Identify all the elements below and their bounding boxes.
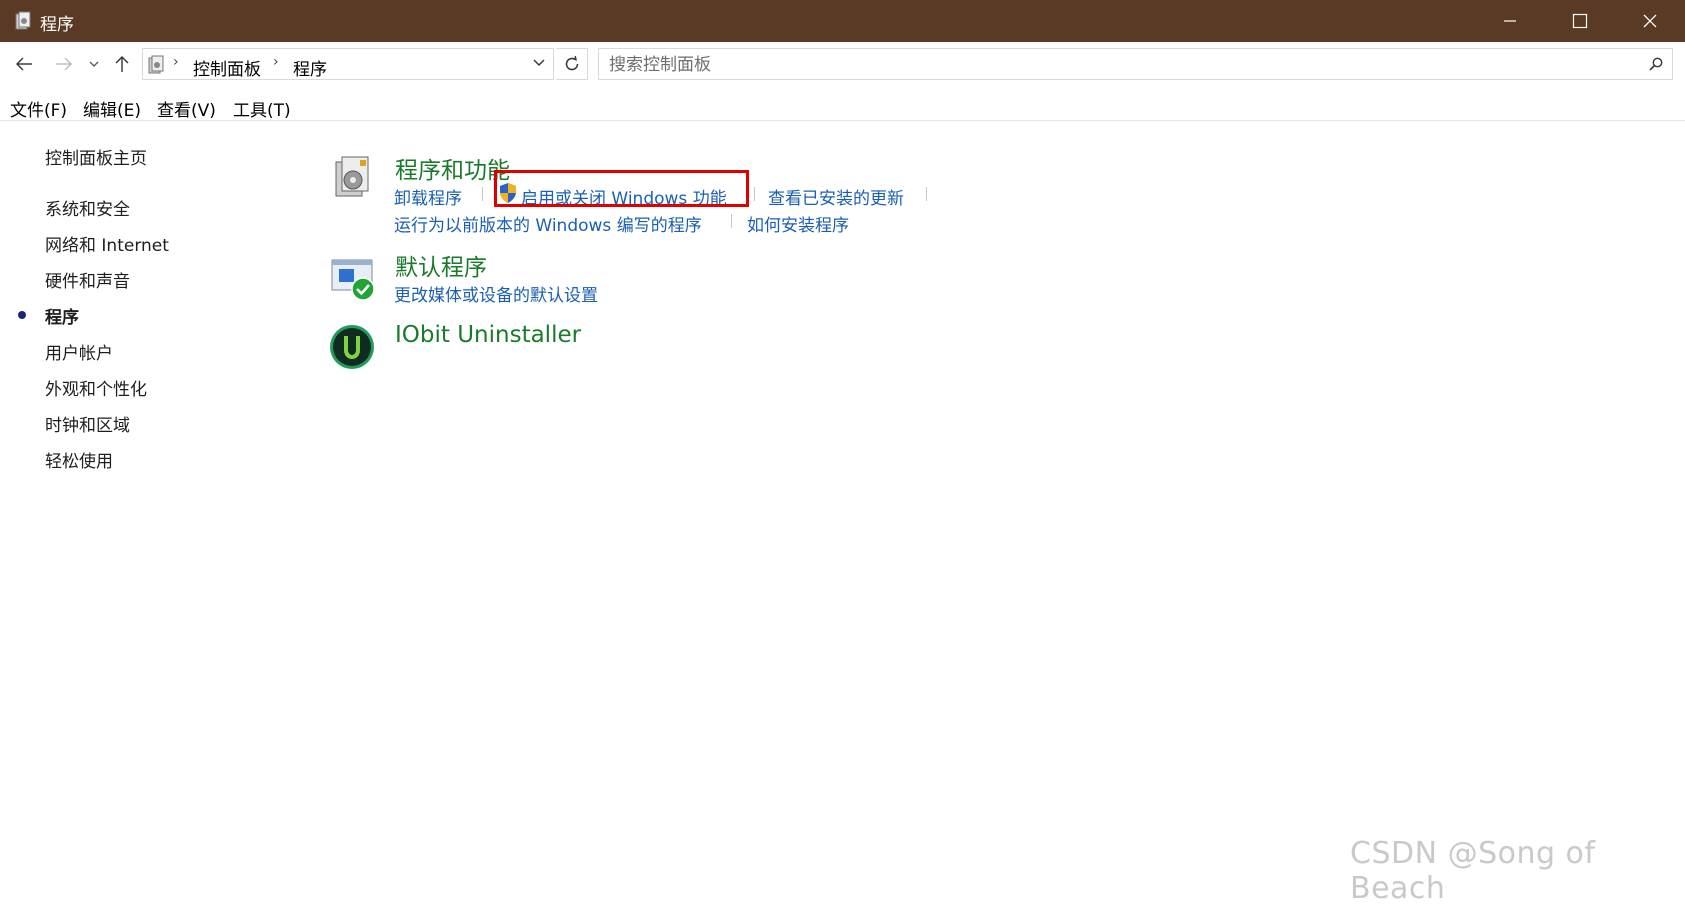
- arrow-up-icon: [115, 56, 129, 72]
- refresh-icon: [565, 55, 578, 71]
- link-view-installed-updates[interactable]: 查看已安装的更新: [768, 184, 904, 209]
- sidebar-item-hardware-sound[interactable]: 硬件和声音: [45, 267, 130, 292]
- default-programs-icon: [331, 259, 375, 301]
- sidebar-item-clock-region[interactable]: 时钟和区域: [45, 411, 130, 436]
- up-button[interactable]: [110, 52, 134, 76]
- current-item-bullet: [18, 311, 26, 319]
- control-panel-icon: [15, 11, 31, 30]
- window-title: 程序: [40, 15, 74, 35]
- breadcrumb-control-panel[interactable]: 控制面板: [193, 55, 261, 80]
- search-input[interactable]: [607, 53, 1611, 77]
- breadcrumb-separator: ›: [173, 54, 179, 70]
- menu-edit[interactable]: 编辑(E): [83, 96, 141, 121]
- close-icon: [1643, 14, 1657, 28]
- highlight-box: [494, 170, 749, 207]
- menu-view[interactable]: 查看(V): [157, 96, 216, 121]
- menu-tools[interactable]: 工具(T): [233, 96, 291, 121]
- maximize-icon: [1572, 13, 1588, 29]
- arrow-right-icon: [56, 57, 72, 71]
- link-separator: [482, 187, 483, 201]
- watermark: CSDN @Song of Beach: [1350, 836, 1596, 906]
- sidebar-item-user-accounts[interactable]: 用户帐户: [45, 339, 113, 364]
- address-bar[interactable]: › 控制面板 › 程序: [142, 48, 554, 80]
- control-panel-icon: [148, 55, 164, 74]
- sidebar-item-appearance[interactable]: 外观和个性化: [45, 375, 147, 400]
- address-dropdown-icon[interactable]: [532, 58, 546, 68]
- chevron-down-icon: [89, 61, 99, 67]
- link-change-media-defaults[interactable]: 更改媒体或设备的默认设置: [394, 281, 598, 306]
- link-separator: [731, 214, 732, 228]
- minimize-icon: [1504, 20, 1516, 22]
- iobit-uninstaller-icon: [330, 325, 374, 369]
- menu-bar: 文件(F) 编辑(E) 查看(V) 工具(T): [0, 90, 1685, 121]
- search-box[interactable]: [598, 48, 1673, 80]
- arrow-left-icon: [16, 57, 32, 71]
- close-button[interactable]: [1615, 0, 1685, 42]
- recent-locations-button[interactable]: [82, 52, 106, 76]
- programs-features-icon: [335, 156, 369, 197]
- back-button[interactable]: [12, 52, 36, 76]
- forward-button[interactable]: [52, 52, 76, 76]
- sidebar-item-programs: 程序: [45, 308, 79, 328]
- sidebar-item-system-security[interactable]: 系统和安全: [45, 195, 130, 220]
- link-run-older-programs[interactable]: 运行为以前版本的 Windows 编写的程序: [394, 211, 702, 236]
- sidebar-item-ease-of-access[interactable]: 轻松使用: [45, 447, 113, 472]
- link-uninstall-program[interactable]: 卸载程序: [394, 184, 462, 209]
- breadcrumb-separator: ›: [273, 54, 279, 70]
- maximize-button[interactable]: [1545, 0, 1615, 42]
- title-bar: 程序: [0, 0, 1685, 42]
- refresh-button[interactable]: [556, 48, 588, 80]
- breadcrumb-programs[interactable]: 程序: [293, 55, 327, 80]
- search-icon[interactable]: [1648, 56, 1664, 72]
- link-separator: [754, 187, 755, 201]
- minimize-button[interactable]: [1475, 0, 1545, 42]
- link-separator: [926, 187, 927, 201]
- category-title-programs-features[interactable]: 程序和功能: [395, 151, 510, 185]
- link-how-to-install[interactable]: 如何安装程序: [747, 211, 849, 236]
- sidebar-item-network[interactable]: 网络和 Internet: [45, 231, 169, 256]
- category-title-iobit-uninstaller[interactable]: IObit Uninstaller: [395, 322, 581, 348]
- category-title-default-programs[interactable]: 默认程序: [395, 248, 487, 282]
- sidebar-control-panel-home[interactable]: 控制面板主页: [45, 144, 147, 169]
- menu-file[interactable]: 文件(F): [10, 96, 67, 121]
